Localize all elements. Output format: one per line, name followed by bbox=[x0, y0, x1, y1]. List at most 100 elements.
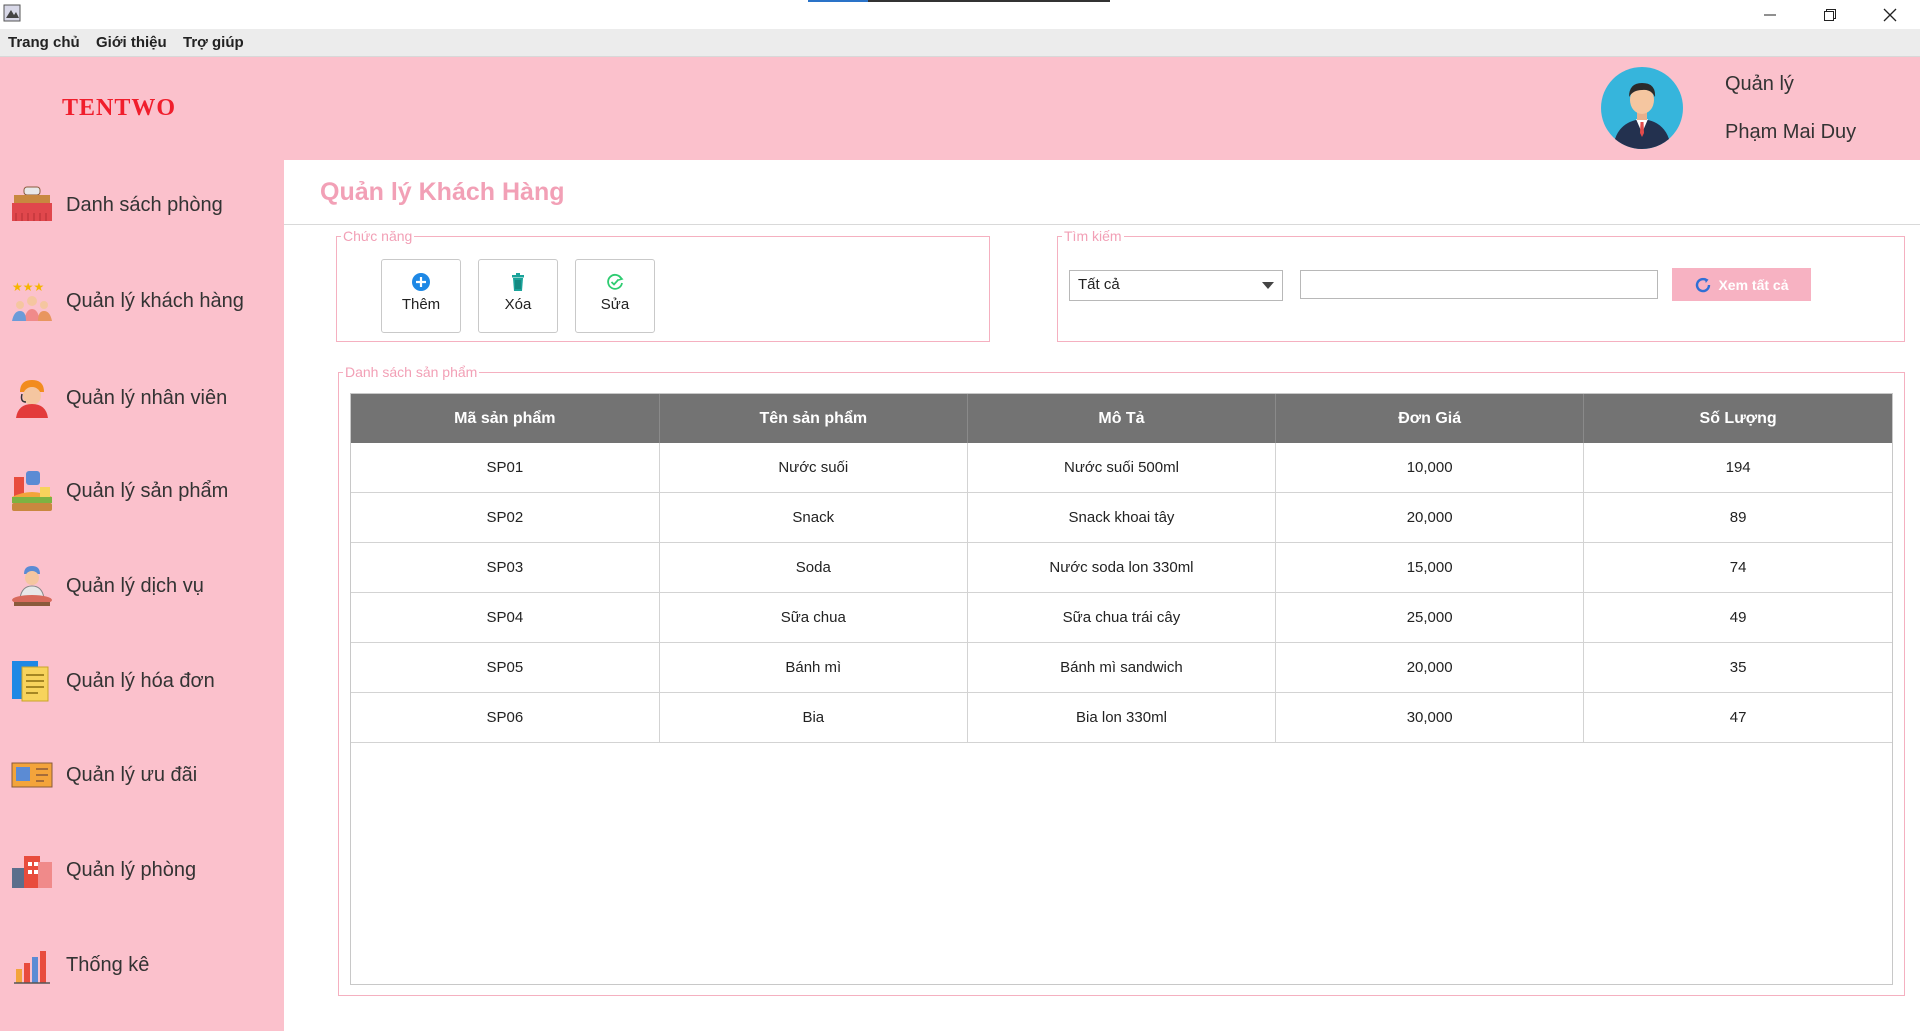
menu-bar: Trang chủ Giới thiệu Trợ giúp bbox=[0, 29, 1920, 57]
add-button[interactable]: Thêm bbox=[381, 259, 461, 333]
close-icon bbox=[1883, 8, 1897, 21]
sidebar-item-label: Quản lý sản phẩm bbox=[66, 479, 229, 502]
title-divider bbox=[284, 224, 1920, 225]
sidebar-item-label: Quản lý phòng bbox=[66, 858, 197, 881]
table-cell: 49 bbox=[1583, 592, 1892, 643]
restore-icon bbox=[1824, 8, 1836, 21]
refresh-check-icon bbox=[607, 273, 624, 290]
products-icon bbox=[12, 471, 52, 511]
table-cell: SP03 bbox=[351, 542, 660, 593]
page-title: Quản lý Khách Hàng bbox=[320, 178, 565, 206]
table-cell: Sữa chua trái cây bbox=[967, 592, 1277, 643]
table-row[interactable]: SP03 Soda Nước soda lon 330ml 15,000 74 bbox=[351, 542, 1892, 593]
sidebar-item-room-list[interactable]: Danh sách phòng bbox=[0, 175, 284, 235]
table-row[interactable]: SP04 Sữa chua Sữa chua trái cây 25,000 4… bbox=[351, 592, 1892, 643]
title-progress bbox=[808, 0, 1110, 2]
table-cell: 47 bbox=[1583, 692, 1892, 743]
sidebar-item-promotions[interactable]: Quản lý ưu đãi bbox=[0, 745, 284, 805]
table-cell: Nước soda lon 330ml bbox=[967, 542, 1277, 593]
minimize-button[interactable] bbox=[1740, 0, 1800, 29]
column-header[interactable]: Đơn Giá bbox=[1275, 394, 1585, 443]
table-cell: 10,000 bbox=[1275, 443, 1585, 493]
maximize-button[interactable] bbox=[1800, 0, 1860, 29]
edit-button[interactable]: Sửa bbox=[575, 259, 655, 333]
search-input[interactable] bbox=[1300, 270, 1658, 299]
sidebar-item-products[interactable]: Quản lý sản phẩm bbox=[0, 461, 284, 521]
table-cell: Bánh mì bbox=[659, 642, 968, 693]
column-header[interactable]: Mô Tả bbox=[967, 394, 1277, 443]
table-cell: 30,000 bbox=[1275, 692, 1585, 743]
sidebar: Danh sách phòng ★★★ Quản lý khách hàng Q… bbox=[0, 160, 284, 1031]
sidebar-item-label: Quản lý khách hàng bbox=[66, 289, 244, 312]
service-icon bbox=[12, 566, 52, 606]
refresh-icon bbox=[1696, 277, 1711, 292]
table-cell: Bia lon 330ml bbox=[967, 692, 1277, 743]
minimize-icon bbox=[1764, 14, 1776, 15]
header: TENTWO Quản lý Phạm Mai Duy bbox=[0, 57, 1920, 160]
table-cell: Snack bbox=[659, 492, 968, 543]
title-bar bbox=[0, 0, 1920, 29]
sidebar-item-staff[interactable]: Quản lý nhân viên bbox=[0, 368, 284, 428]
app-icon bbox=[3, 4, 21, 22]
voucher-icon bbox=[11, 762, 53, 788]
filter-select[interactable]: Tất cả bbox=[1069, 270, 1283, 301]
plus-icon bbox=[412, 273, 430, 291]
view-all-label: Xem tất cả bbox=[1718, 276, 1789, 293]
svg-text:★★★: ★★★ bbox=[12, 280, 44, 294]
sidebar-item-customers[interactable]: ★★★ Quản lý khách hàng bbox=[0, 271, 284, 331]
filter-select-value: Tất cả bbox=[1078, 276, 1120, 293]
functions-legend: Chức năng bbox=[343, 228, 413, 244]
rooms-icon bbox=[12, 856, 52, 888]
table-row[interactable]: SP05 Bánh mì Bánh mì sandwich 20,000 35 bbox=[351, 642, 1892, 693]
menu-home[interactable]: Trang chủ bbox=[8, 34, 80, 51]
column-header[interactable]: Số Lượng bbox=[1583, 394, 1892, 443]
menu-about[interactable]: Giới thiệu bbox=[96, 34, 167, 51]
table-cell: 25,000 bbox=[1275, 592, 1585, 643]
sidebar-item-label: Quản lý nhân viên bbox=[66, 386, 228, 409]
table-cell: SP05 bbox=[351, 642, 660, 693]
table-cell: Bia bbox=[659, 692, 968, 743]
table-row[interactable]: SP06 Bia Bia lon 330ml 30,000 47 bbox=[351, 692, 1892, 743]
user-role: Quản lý bbox=[1725, 73, 1794, 95]
sidebar-item-invoices[interactable]: Quản lý hóa đơn bbox=[0, 651, 284, 711]
sidebar-item-statistics[interactable]: Thống kê bbox=[0, 935, 284, 995]
view-all-button[interactable]: Xem tất cả bbox=[1672, 268, 1811, 301]
delete-button[interactable]: Xóa bbox=[478, 259, 558, 333]
table-row[interactable]: SP02 Snack Snack khoai tây 20,000 89 bbox=[351, 492, 1892, 543]
column-header[interactable]: Mã sản phẩm bbox=[351, 394, 660, 443]
table-cell: Nước suối 500ml bbox=[967, 443, 1277, 493]
table-cell: SP06 bbox=[351, 692, 660, 743]
avatar bbox=[1601, 67, 1683, 149]
user-name: Phạm Mai Duy bbox=[1725, 121, 1857, 143]
sidebar-item-label: Danh sách phòng bbox=[66, 193, 223, 216]
brand-logo: TENTWO bbox=[62, 95, 177, 121]
staff-icon bbox=[16, 380, 48, 418]
chart-icon bbox=[14, 951, 50, 984]
table-cell: 35 bbox=[1583, 642, 1892, 693]
customers-icon: ★★★ bbox=[12, 280, 52, 321]
sidebar-item-rooms[interactable]: Quản lý phòng bbox=[0, 840, 284, 900]
menu-help[interactable]: Trợ giúp bbox=[183, 34, 244, 51]
bed-icon bbox=[12, 186, 52, 221]
table-cell: Bánh mì sandwich bbox=[967, 642, 1277, 693]
product-table: Mã sản phẩm Tên sản phẩm Mô Tả Đơn Giá S… bbox=[350, 393, 1893, 985]
close-button[interactable] bbox=[1860, 0, 1920, 29]
sidebar-item-services[interactable]: Quản lý dịch vụ bbox=[0, 556, 284, 616]
delete-button-label: Xóa bbox=[504, 296, 532, 313]
table-cell: Soda bbox=[659, 542, 968, 593]
table-header-row: Mã sản phẩm Tên sản phẩm Mô Tả Đơn Giá S… bbox=[351, 394, 1892, 443]
table-cell: 194 bbox=[1583, 443, 1892, 493]
edit-button-label: Sửa bbox=[600, 296, 630, 313]
product-list-legend: Danh sách sản phẩm bbox=[345, 364, 478, 380]
table-cell: 20,000 bbox=[1275, 642, 1585, 693]
column-header[interactable]: Tên sản phẩm bbox=[659, 394, 968, 443]
table-cell: 74 bbox=[1583, 542, 1892, 593]
table-cell: Snack khoai tây bbox=[967, 492, 1277, 543]
table-cell: SP01 bbox=[351, 443, 660, 493]
table-row[interactable]: SP01 Nước suối Nước suối 500ml 10,000 19… bbox=[351, 443, 1892, 493]
trash-icon bbox=[512, 273, 524, 291]
sidebar-item-label: Quản lý dịch vụ bbox=[66, 574, 204, 597]
sidebar-item-label: Quản lý ưu đãi bbox=[66, 763, 198, 786]
table-cell: 15,000 bbox=[1275, 542, 1585, 593]
add-button-label: Thêm bbox=[401, 296, 441, 313]
